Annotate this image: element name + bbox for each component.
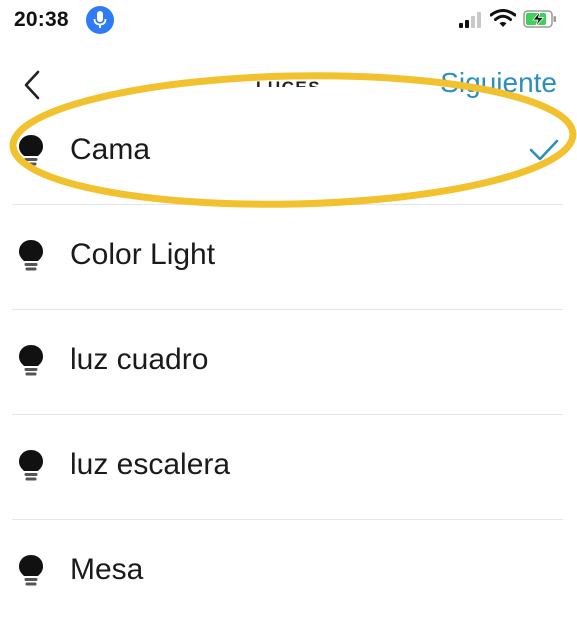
list-item-label: Color Light	[70, 238, 216, 271]
status-time: 20:38	[14, 8, 69, 31]
signal-icon	[459, 12, 485, 33]
bulb-icon	[18, 449, 44, 488]
list-item-color-light[interactable]: Color Light	[12, 205, 563, 310]
status-bar: 20:38	[0, 0, 577, 40]
next-button[interactable]: Siguiente	[440, 67, 557, 99]
list-item-luz-escalera[interactable]: luz escalera	[12, 415, 563, 520]
list-item-label: luz escalera	[70, 448, 231, 481]
screen: 20:38 Siguiente Cama Color Light luz cua…	[0, 0, 577, 619]
bulb-icon	[18, 554, 44, 593]
bulb-icon	[18, 239, 44, 278]
list-item-label: Cama	[70, 133, 151, 166]
checkmark-icon	[529, 138, 559, 167]
list-item-mesa[interactable]: Mesa	[12, 520, 563, 619]
list-item-luz-cuadro[interactable]: luz cuadro	[12, 310, 563, 415]
bulb-icon	[18, 344, 44, 383]
microphone-icon	[86, 6, 114, 34]
list-item-label: Mesa	[70, 553, 144, 586]
battery-charging-icon	[523, 10, 557, 33]
bulb-icon	[18, 134, 44, 173]
list-item-cama[interactable]: Cama	[12, 100, 563, 205]
light-list: Cama Color Light luz cuadro luz escalera…	[0, 100, 577, 619]
wifi-icon	[489, 9, 517, 34]
list-item-label: luz cuadro	[70, 343, 209, 376]
